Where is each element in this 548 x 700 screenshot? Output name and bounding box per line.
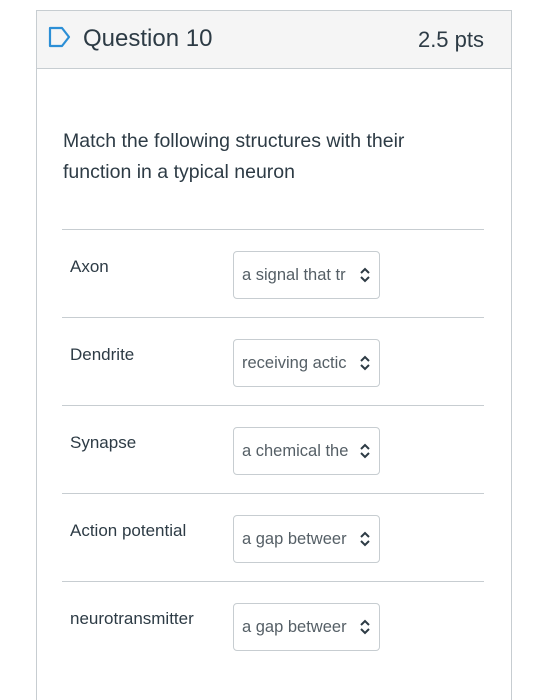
answer-select[interactable]: receiving actic — [233, 339, 380, 387]
matching-row: neurotransmitter a gap betweer — [62, 581, 484, 669]
answer-select[interactable]: a chemical the — [233, 427, 380, 475]
row-label: Dendrite — [70, 345, 135, 364]
row-label: neurotransmitter — [70, 609, 194, 628]
question-points: 2.5 pts — [417, 27, 484, 52]
flag-question-icon[interactable] — [48, 26, 72, 48]
matching-row: Synapse a chemical the — [62, 405, 484, 493]
chevron-up-down-icon — [359, 443, 371, 459]
chevron-up-down-icon — [359, 267, 371, 283]
answer-select[interactable]: a gap betweer — [233, 603, 380, 651]
matching-row: Dendrite receiving actic — [62, 317, 484, 405]
question-card: Question 10 2.5 pts Match the following … — [36, 10, 512, 700]
chevron-up-down-icon — [359, 531, 371, 547]
select-value: a gap betweer — [242, 530, 347, 548]
row-label: Synapse — [70, 433, 137, 452]
row-label: Axon — [70, 257, 109, 276]
chevron-up-down-icon — [359, 619, 371, 635]
chevron-up-down-icon — [359, 355, 371, 371]
question-prompt: Match the following structures with thei… — [63, 130, 405, 183]
matching-row: Axon a signal that tr — [62, 229, 484, 317]
answer-select[interactable]: a signal that tr — [233, 251, 380, 299]
select-value: a signal that tr — [242, 266, 346, 284]
select-value: a gap betweer — [242, 618, 347, 636]
select-value: receiving actic — [242, 354, 347, 372]
matching-row: Action potential a gap betweer — [62, 493, 484, 581]
answer-select[interactable]: a gap betweer — [233, 515, 380, 563]
question-header: Question 10 2.5 pts — [37, 11, 511, 69]
matching-rows: Axon a signal that tr Dendrite receiving… — [62, 229, 484, 669]
question-title: Question 10 — [83, 25, 213, 52]
select-value: a chemical the — [242, 442, 349, 460]
row-label: Action potential — [70, 521, 187, 540]
